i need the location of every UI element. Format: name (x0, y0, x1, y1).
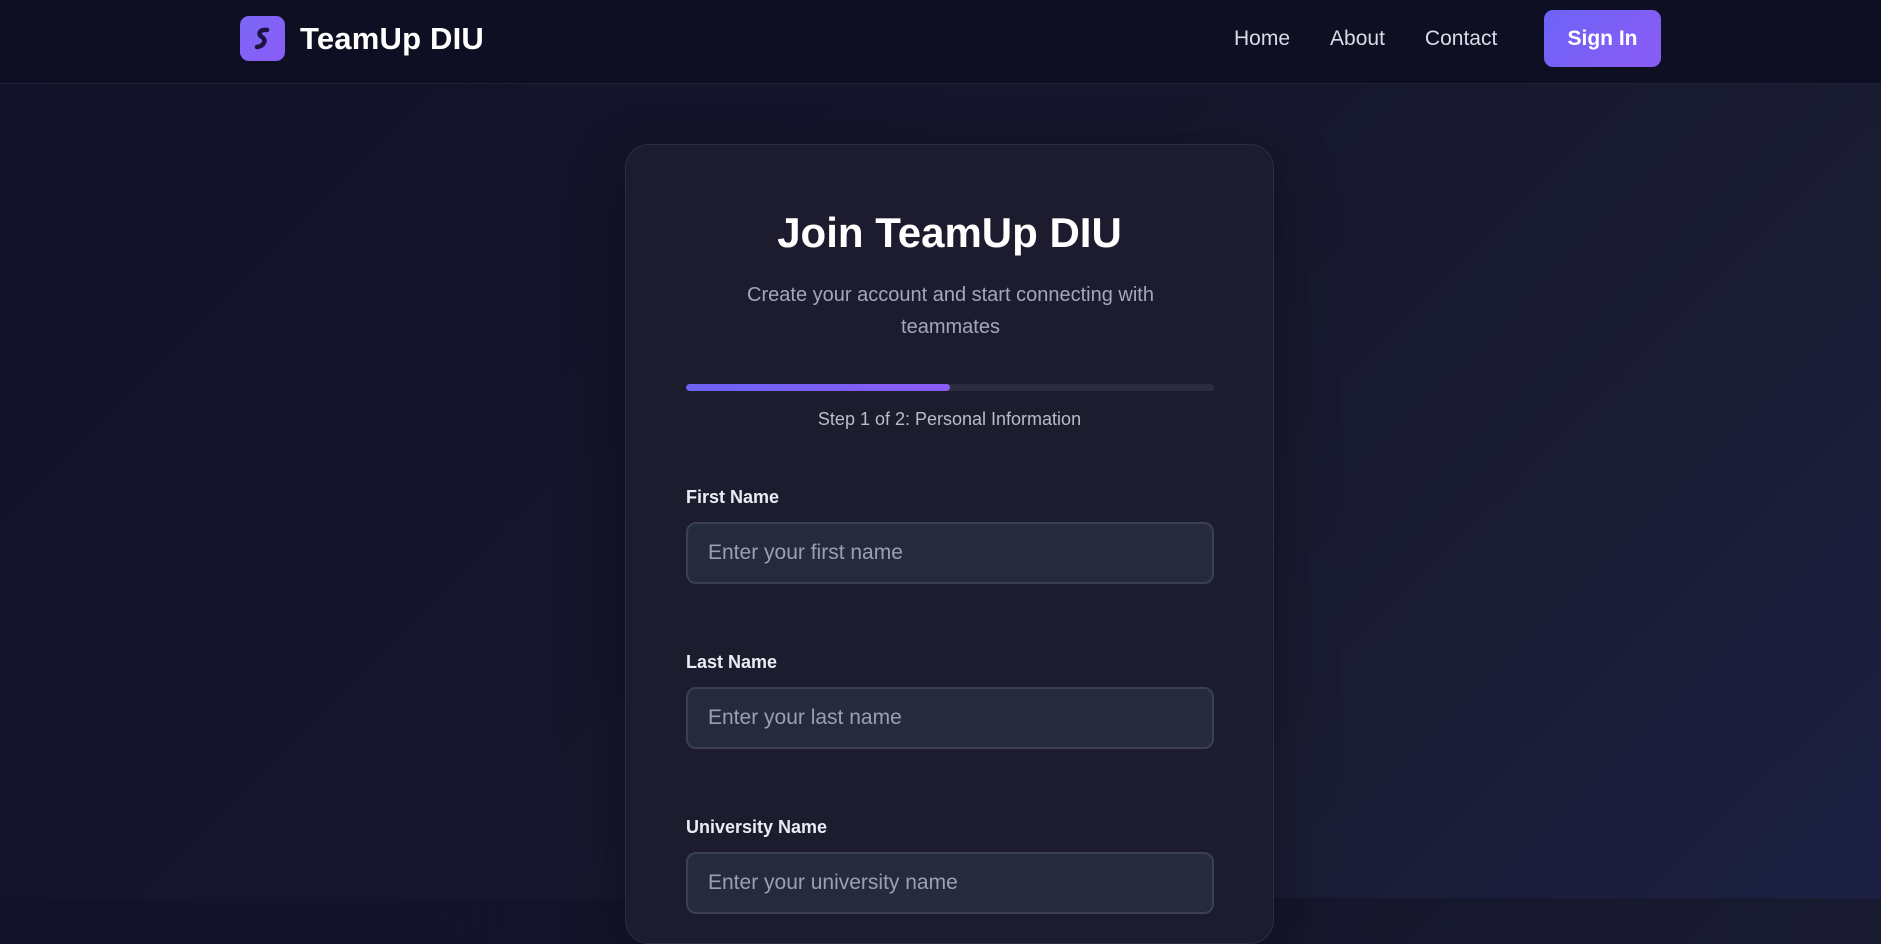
top-navbar: TeamUp DIU Home About Contact Sign In (0, 0, 1881, 84)
nav-link-contact[interactable]: Contact (1425, 26, 1497, 52)
s-logo-icon (240, 16, 285, 61)
signup-card: Join TeamUp DIU Create your account and … (625, 144, 1274, 944)
signup-progress-bar (686, 384, 1214, 391)
main-nav: Home About Contact (1234, 26, 1537, 52)
brand-logo[interactable]: TeamUp DIU (240, 16, 484, 61)
nav-link-about[interactable]: About (1330, 26, 1385, 52)
brand-name: TeamUp DIU (300, 20, 485, 56)
last-name-label: Last Name (686, 652, 778, 672)
sign-in-button[interactable]: Sign In (1544, 10, 1661, 67)
university-name-input[interactable] (686, 852, 1214, 914)
first-name-input[interactable] (686, 522, 1214, 584)
progress-fill (686, 384, 950, 391)
form-title: Join TeamUp DIU (777, 209, 1122, 256)
nav-link-home[interactable]: Home (1234, 26, 1290, 52)
form-subtitle: Create your account and start connecting… (747, 284, 1154, 338)
step-indicator: Step 1 of 2: Personal Information (817, 409, 1082, 429)
last-name-input[interactable] (686, 687, 1214, 749)
university-name-label: University Name (686, 817, 828, 837)
first-name-label: First Name (686, 487, 780, 507)
